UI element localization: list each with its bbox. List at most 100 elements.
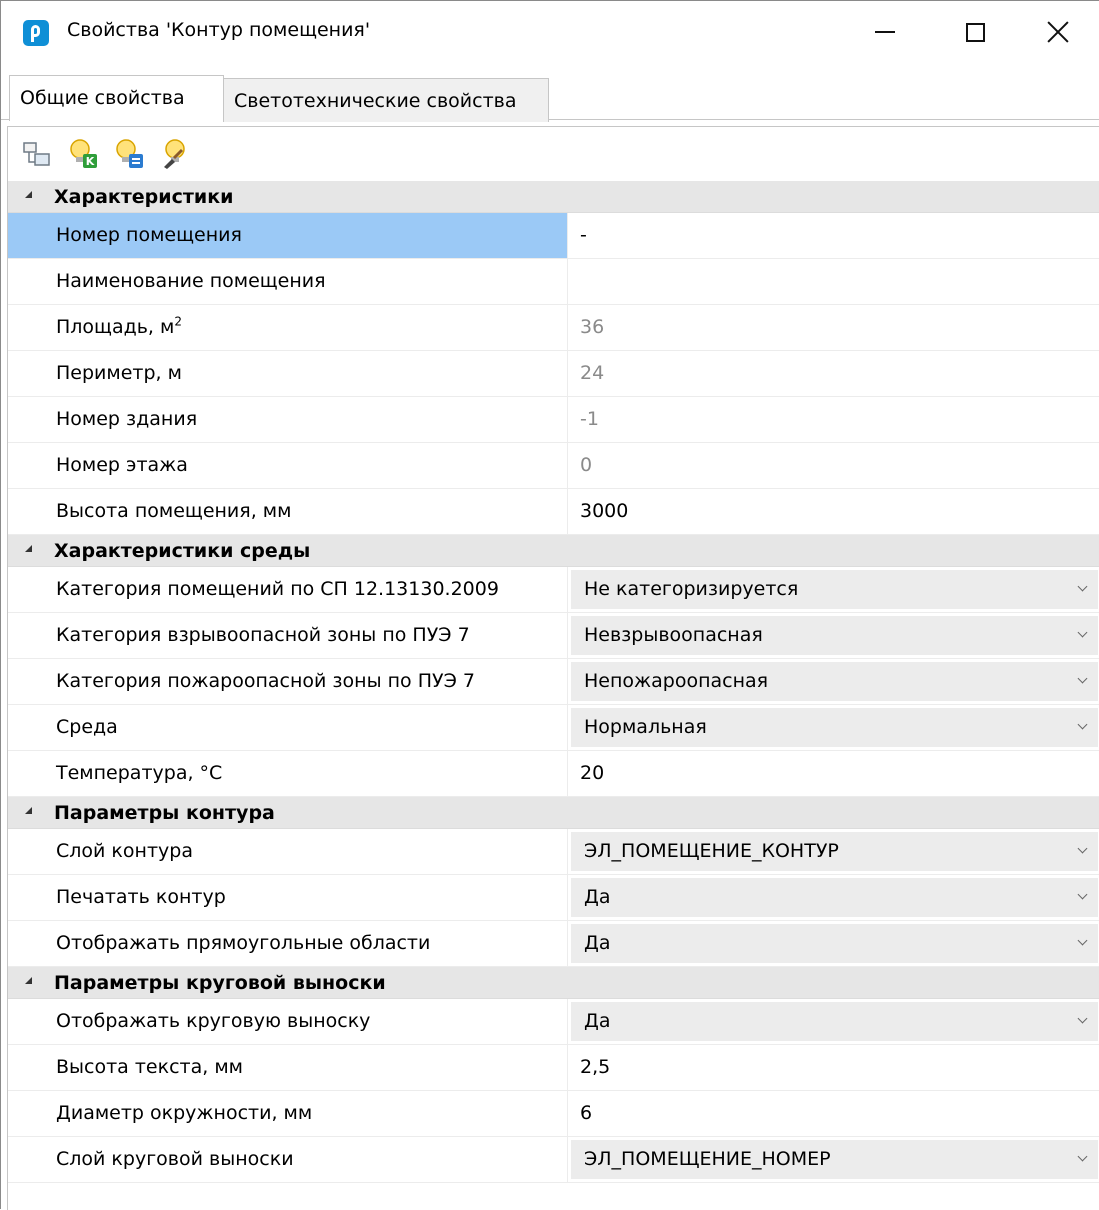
properties-window: Свойства 'Контур помещения' Общие свойст…	[0, 0, 1099, 1210]
chevron-down-icon[interactable]	[1077, 843, 1088, 854]
property-value: 36	[569, 305, 1099, 350]
lamp-brush-icon[interactable]	[158, 137, 192, 171]
property-value-text: 0	[580, 454, 593, 476]
close-button[interactable]	[1017, 1, 1099, 63]
property-dropdown[interactable]: Невзрывоопасная	[571, 616, 1098, 655]
property-value: 24	[569, 351, 1099, 396]
collapse-triangle-icon[interactable]	[25, 807, 32, 814]
property-row[interactable]: Среда Нормальная	[8, 705, 1099, 751]
property-value[interactable]	[569, 259, 1099, 304]
property-label[interactable]: Высота текста, мм	[8, 1045, 568, 1090]
property-row[interactable]: Высота текста, мм 2,5	[8, 1045, 1099, 1091]
property-value[interactable]: 3000	[569, 489, 1099, 534]
property-row[interactable]: Номер помещения -	[8, 213, 1099, 259]
property-panel: K Характеристики Номер помещения - Наиме…	[7, 126, 1099, 1210]
property-label[interactable]: Категория помещений по СП 12.13130.2009	[8, 567, 568, 612]
category-header[interactable]: Параметры круговой выноски	[8, 967, 1099, 999]
property-row[interactable]: Слой круговой выноски ЭЛ_ПОМЕЩЕНИЕ_НОМЕР	[8, 1137, 1099, 1183]
property-label[interactable]: Высота помещения, мм	[8, 489, 568, 534]
property-row[interactable]: Периметр, м 24	[8, 351, 1099, 397]
property-row[interactable]: Категория взрывоопасной зоны по ПУЭ 7 Не…	[8, 613, 1099, 659]
property-dropdown[interactable]: Не категоризируется	[571, 570, 1098, 609]
property-label-text: Слой контура	[56, 840, 193, 862]
property-label[interactable]: Диаметр окружности, мм	[8, 1091, 568, 1136]
property-dropdown[interactable]: ЭЛ_ПОМЕЩЕНИЕ_КОНТУР	[571, 832, 1098, 871]
property-label[interactable]: Отображать прямоугольные области	[8, 921, 568, 966]
collapse-triangle-icon[interactable]	[25, 545, 32, 552]
property-row[interactable]: Диаметр окружности, мм 6	[8, 1091, 1099, 1137]
category-title: Характеристики	[54, 186, 234, 208]
property-row[interactable]: Категория помещений по СП 12.13130.2009 …	[8, 567, 1099, 613]
category-title: Параметры круговой выноски	[54, 972, 386, 994]
chevron-down-icon[interactable]	[1077, 627, 1088, 638]
chevron-down-icon[interactable]	[1077, 889, 1088, 900]
property-value: -1	[569, 397, 1099, 442]
property-row[interactable]: Слой контура ЭЛ_ПОМЕЩЕНИЕ_КОНТУР	[8, 829, 1099, 875]
property-label[interactable]: Наименование помещения	[8, 259, 568, 304]
chevron-down-icon[interactable]	[1077, 935, 1088, 946]
tab-lighting-properties[interactable]: Светотехнические свойства	[223, 78, 549, 122]
svg-text:K: K	[86, 155, 95, 168]
tab-general-properties[interactable]: Общие свойства	[9, 75, 224, 121]
property-label[interactable]: Номер здания	[8, 397, 568, 442]
title-bar[interactable]: Свойства 'Контур помещения'	[1, 1, 1099, 63]
property-dropdown[interactable]: Непожароопасная	[571, 662, 1098, 701]
collapse-triangle-icon[interactable]	[25, 191, 32, 198]
dropdown-value: Невзрывоопасная	[584, 624, 763, 646]
property-row[interactable]: Высота помещения, мм 3000	[8, 489, 1099, 535]
property-label[interactable]: Номер этажа	[8, 443, 568, 488]
property-label[interactable]: Среда	[8, 705, 568, 750]
property-row[interactable]: Наименование помещения	[8, 259, 1099, 305]
property-label[interactable]: Номер помещения	[8, 213, 568, 258]
chevron-down-icon[interactable]	[1077, 719, 1088, 730]
property-row[interactable]: Температура, °C 20	[8, 751, 1099, 797]
property-value[interactable]: -	[569, 213, 1099, 258]
close-icon	[1046, 20, 1070, 44]
minimize-button[interactable]	[837, 1, 933, 63]
property-label-text: Температура, °C	[56, 762, 223, 784]
property-row[interactable]: Отображать прямоугольные области Да	[8, 921, 1099, 967]
property-label[interactable]: Периметр, м	[8, 351, 568, 396]
property-row[interactable]: Номер этажа 0	[8, 443, 1099, 489]
property-value-text: -1	[580, 408, 599, 430]
property-label[interactable]: Температура, °C	[8, 751, 568, 796]
property-dropdown[interactable]: ЭЛ_ПОМЕЩЕНИЕ_НОМЕР	[571, 1140, 1098, 1179]
category-header[interactable]: Параметры контура	[8, 797, 1099, 829]
property-row[interactable]: Отображать круговую выноску Да	[8, 999, 1099, 1045]
property-dropdown[interactable]: Да	[571, 1002, 1098, 1041]
property-value[interactable]: 20	[569, 751, 1099, 796]
collapse-triangle-icon[interactable]	[25, 977, 32, 984]
property-row[interactable]: Номер здания -1	[8, 397, 1099, 443]
property-row[interactable]: Печатать контур Да	[8, 875, 1099, 921]
property-label[interactable]: Слой контура	[8, 829, 568, 874]
property-dropdown[interactable]: Да	[571, 878, 1098, 917]
property-value[interactable]: 2,5	[569, 1045, 1099, 1090]
property-label[interactable]: Категория пожароопасной зоны по ПУЭ 7	[8, 659, 568, 704]
lamp-table-icon[interactable]	[112, 137, 146, 171]
property-value-text: 20	[580, 762, 605, 784]
property-label[interactable]: Площадь, м2	[8, 305, 568, 350]
property-label-text: Высота текста, мм	[56, 1056, 243, 1078]
category-header[interactable]: Характеристики	[8, 181, 1099, 213]
category-header[interactable]: Характеристики среды	[8, 535, 1099, 567]
property-label[interactable]: Слой круговой выноски	[8, 1137, 568, 1182]
property-value: 0	[569, 443, 1099, 488]
chevron-down-icon[interactable]	[1077, 581, 1088, 592]
lamp-k-icon[interactable]: K	[66, 137, 100, 171]
property-label[interactable]: Печатать контур	[8, 875, 568, 920]
chevron-down-icon[interactable]	[1077, 673, 1088, 684]
property-label[interactable]: Отображать круговую выноску	[8, 999, 568, 1044]
chevron-down-icon[interactable]	[1077, 1151, 1088, 1162]
property-row[interactable]: Площадь, м2 36	[8, 305, 1099, 351]
property-dropdown[interactable]: Нормальная	[571, 708, 1098, 747]
maximize-button[interactable]	[927, 1, 1023, 63]
property-row[interactable]: Категория пожароопасной зоны по ПУЭ 7 Не…	[8, 659, 1099, 705]
property-label-main: Площадь, м	[56, 316, 175, 338]
property-label[interactable]: Категория взрывоопасной зоны по ПУЭ 7	[8, 613, 568, 658]
property-label-text: Среда	[56, 716, 118, 738]
property-value[interactable]: 6	[569, 1091, 1099, 1136]
maximize-icon	[965, 22, 985, 42]
property-dropdown[interactable]: Да	[571, 924, 1098, 963]
chevron-down-icon[interactable]	[1077, 1013, 1088, 1024]
copy-properties-icon[interactable]	[20, 137, 54, 171]
